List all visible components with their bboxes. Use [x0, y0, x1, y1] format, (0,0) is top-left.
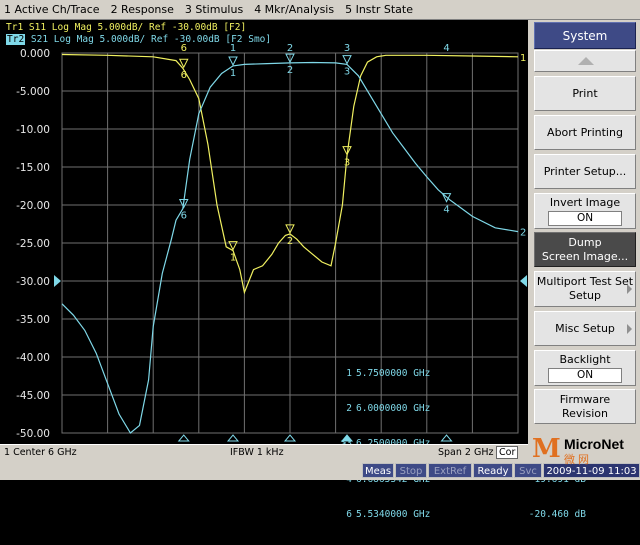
y-tick-label: -15.00: [16, 162, 50, 174]
trace-end-label: 1: [520, 53, 526, 64]
firmware-revision-button[interactable]: Firmware Revision: [534, 389, 636, 424]
firmware-label-line1: Firmware: [559, 392, 611, 406]
svc-status: Svc: [514, 463, 542, 478]
logo-mark: M: [532, 434, 561, 464]
chevron-right-icon: [627, 284, 632, 294]
meas-status: Meas: [362, 463, 394, 478]
multiport-label-line1: Multiport Test Set: [536, 275, 634, 288]
abort-printing-button[interactable]: Abort Printing: [534, 115, 636, 150]
invert-image-button[interactable]: Invert Image ON: [534, 193, 636, 229]
marker-num: 2: [346, 402, 352, 414]
marker-s11-label: 1: [230, 253, 236, 264]
top-marker-label: 3: [344, 43, 350, 54]
marker-s21-label: 6: [181, 210, 187, 221]
top-marker-label: 2: [287, 43, 293, 54]
marker-freq: 6.0000000 GHz: [356, 402, 431, 414]
y-tick-label: -50.00: [16, 428, 50, 440]
stop-status: Stop: [395, 463, 427, 478]
multiport-test-set-setup-button[interactable]: Multiport Test Set Setup: [534, 271, 636, 307]
y-tick-label: -10.00: [16, 124, 50, 136]
trace1-label[interactable]: Tr1 S11 Log Mag 5.000dB/ Ref -30.00dB [F…: [6, 22, 271, 34]
extref-status: ExtRef: [428, 463, 472, 478]
chevron-right-icon: [627, 323, 632, 334]
menu-stimulus[interactable]: 3 Stimulus: [181, 3, 250, 16]
marker-row: 6 5.5340000 GHz -20.460 dB: [334, 509, 586, 521]
print-button[interactable]: Print: [534, 76, 636, 111]
span-readout[interactable]: Span 2 GHz: [438, 447, 493, 458]
backlight-label: Backlight: [559, 353, 611, 366]
printer-setup-button[interactable]: Printer Setup...: [534, 154, 636, 189]
marker-position-triangle-icon: [177, 434, 190, 442]
marker-num: 6: [346, 509, 352, 521]
correction-badge: Cor: [496, 446, 519, 459]
menu-active-ch-trace[interactable]: 1 Active Ch/Trace: [0, 3, 107, 16]
marker-position-triangle-icon: [283, 434, 297, 442]
triangle-up-icon: [578, 57, 594, 65]
misc-setup-label: Misc Setup: [555, 321, 615, 335]
trace-header: Tr1 S11 Log Mag 5.000dB/ Ref -30.00dB [F…: [6, 22, 271, 46]
marker-s11-label: 3: [344, 158, 350, 169]
invert-image-label: Invert Image: [549, 196, 621, 209]
dump-label-line2: Screen Image...: [541, 249, 629, 263]
marker-s21-icon: [228, 56, 238, 67]
softkey-menu-title: System: [534, 22, 636, 49]
y-tick-label: -5.000: [16, 86, 50, 98]
marker-s21-label: 1: [230, 68, 236, 79]
y-tick-label: -25.00: [16, 238, 50, 250]
reference-level-right-icon: [520, 275, 527, 287]
y-tick-label: 0.000: [20, 48, 50, 60]
marker-freq: 5.7500000 GHz: [356, 367, 431, 379]
menu-instr-state[interactable]: 5 Instr State: [341, 3, 420, 16]
marker-value: -20.460 dB: [528, 509, 586, 521]
center-frequency[interactable]: 1 Center 6 GHz: [4, 447, 77, 458]
measurement-display[interactable]: 0.000 -5.000 -10.00 -15.00 -20.00 -25.00 -30.0…: [0, 20, 586, 520]
y-tick-label: -45.00: [16, 390, 50, 402]
ready-status: Ready: [473, 463, 513, 478]
marker-num: 1: [346, 367, 352, 379]
backlight-button[interactable]: Backlight ON: [534, 350, 636, 386]
marker-freq: 5.5340000 GHz: [356, 509, 431, 521]
dump-label-line1: Dump: [568, 235, 602, 249]
trace2-active-tag: Tr2: [6, 34, 26, 45]
y-tick-label: -40.00: [16, 352, 50, 364]
softkey-panel: System Print Abort Printing Printer Setu…: [528, 20, 640, 461]
marker-s11-label: 6: [181, 70, 187, 81]
ifbw-readout[interactable]: IFBW 1 kHz: [230, 447, 284, 458]
micronet-watermark-logo: M MicroNet 微网: [530, 434, 640, 466]
logo-cn: 微网: [564, 453, 592, 466]
trace2-label[interactable]: Tr2 S21 Log Mag 5.000dB/ Ref -30.00dB [F…: [6, 34, 271, 46]
channel-status-bar: 1 Center 6 GHz IFBW 1 kHz Span 2 GHz Cor: [0, 444, 528, 461]
backlight-value: ON: [548, 368, 622, 383]
marker-s21-icon: [342, 55, 352, 65]
invert-image-value: ON: [548, 211, 622, 226]
y-tick-label: -20.00: [16, 200, 50, 212]
marker-s21-label: 3: [344, 67, 350, 78]
reference-level-left-icon: [54, 275, 61, 287]
softkey-scroll-up-button[interactable]: [534, 50, 636, 72]
top-marker-label: 4: [443, 43, 449, 54]
marker-position-triangle-icon: [226, 434, 240, 442]
menu-response[interactable]: 2 Response: [107, 3, 181, 16]
y-tick-label: -30.00: [16, 276, 50, 288]
marker-s11-label: 2: [287, 236, 293, 247]
menu-bar: 1 Active Ch/Trace 2 Response 3 Stimulus …: [0, 0, 640, 20]
multiport-label-line2: Setup: [568, 289, 602, 302]
trace2-label-text: S21 Log Mag 5.000dB/ Ref -30.00dB [F2 Sm…: [25, 34, 272, 45]
misc-setup-button[interactable]: Misc Setup: [534, 311, 636, 346]
marker-s21-label: 4: [443, 205, 449, 216]
dump-screen-image-button[interactable]: Dump Screen Image...: [534, 232, 636, 267]
firmware-label-line2: Revision: [562, 406, 608, 420]
menu-mkr-analysis[interactable]: 4 Mkr/Analysis: [250, 3, 341, 16]
y-tick-label: -35.00: [16, 314, 50, 326]
marker-s21-label: 2: [287, 65, 293, 76]
trace-end-label: 2: [520, 228, 526, 239]
logo-name: MicroNet: [564, 436, 624, 452]
